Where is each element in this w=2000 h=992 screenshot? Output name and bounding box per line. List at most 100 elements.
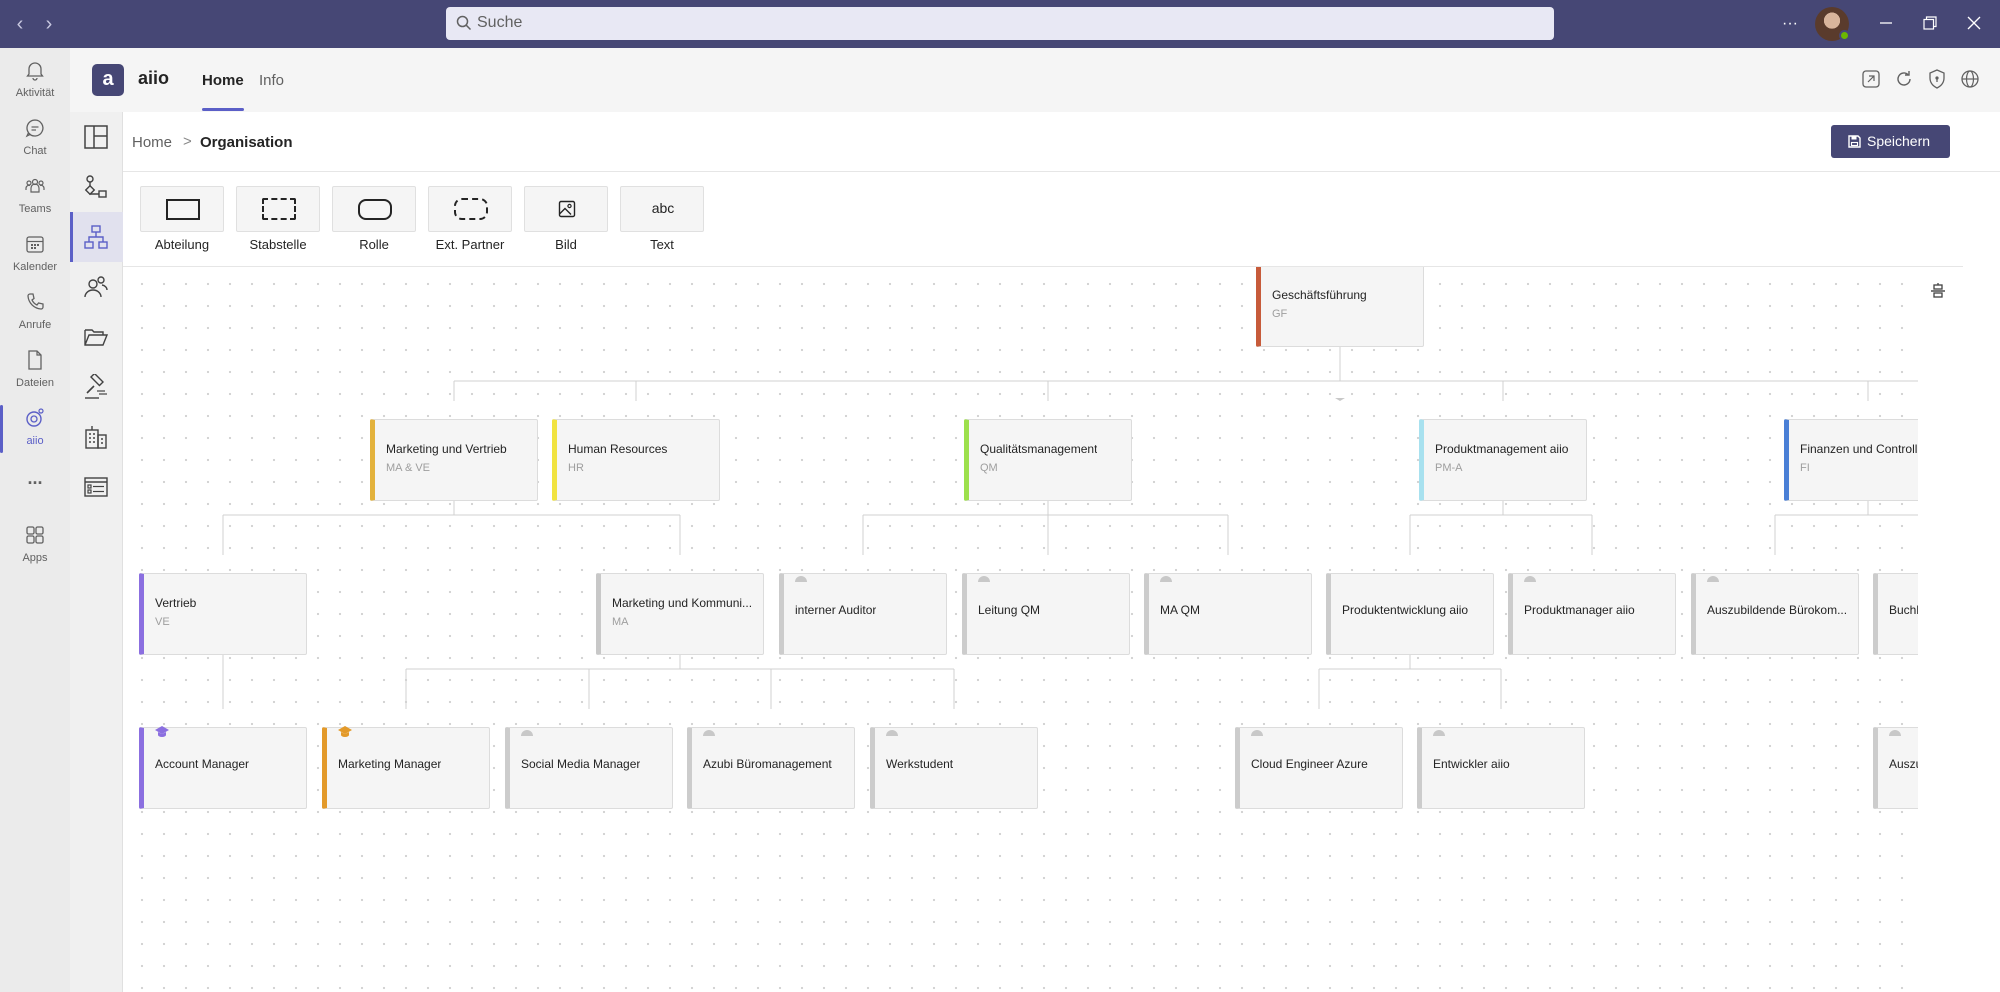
restore-icon[interactable] <box>1918 0 1942 48</box>
rail-label: Chat <box>23 145 47 157</box>
sidebar-item-organisation[interactable] <box>70 212 123 262</box>
node-title: Human Resources <box>568 442 668 456</box>
more-options-icon[interactable]: ··· <box>1778 0 1802 48</box>
node-title: Social Media Manager <box>521 757 641 771</box>
org-node-qualitaetsmanagement[interactable]: Qualitätsmanagement QM <box>964 419 1132 501</box>
role-node-werkstudent[interactable]: Werkstudent <box>870 727 1038 809</box>
palette-label: Text <box>650 237 674 252</box>
tab-info[interactable]: Info <box>259 72 284 89</box>
node-short: VE <box>155 616 170 628</box>
minimize-icon[interactable] <box>1874 0 1898 48</box>
role-node-social-media-manager[interactable]: Social Media Manager <box>505 727 673 809</box>
save-button-label: Speichern <box>1867 133 1931 149</box>
node-title: Buchh <box>1889 603 1918 617</box>
node-title: Vertrieb <box>155 596 197 610</box>
role-node-ma-qm[interactable]: MA QM <box>1144 573 1312 655</box>
rail-item-aiio[interactable]: aiio <box>0 403 70 461</box>
floppy-disk-icon <box>1848 135 1861 148</box>
person-icon <box>886 730 898 736</box>
role-node-interner-auditor[interactable]: interner Auditor <box>779 573 947 655</box>
role-node-azubi-bueromanagement[interactable]: Azubi Büromanagement <box>687 727 855 809</box>
rail-item-calendar[interactable]: Kalender <box>0 229 70 287</box>
node-short: FI <box>1800 462 1810 474</box>
rail-label: Aktivität <box>15 87 55 99</box>
org-node-marketing-vertrieb[interactable]: Marketing und Vertrieb MA & VE <box>370 419 538 501</box>
rail-item-calls[interactable]: Anrufe <box>0 287 70 345</box>
file-icon <box>28 350 42 370</box>
shield-icon[interactable] <box>1926 68 1948 90</box>
refresh-icon[interactable] <box>1893 68 1915 90</box>
node-short: MA <box>612 616 629 628</box>
role-node-produktmanager[interactable]: Produktmanager aiio <box>1508 573 1676 655</box>
palette-label: Abteilung <box>154 237 210 252</box>
sidebar-item-list[interactable] <box>70 462 123 512</box>
sidebar-item-dashboard[interactable] <box>70 112 123 162</box>
node-short: HR <box>568 462 584 474</box>
calendar-icon <box>26 236 44 253</box>
sidebar-item-folder[interactable] <box>70 312 123 362</box>
node-short: GF <box>1272 308 1288 320</box>
palette-rolle[interactable] <box>332 186 416 232</box>
rail-item-teams[interactable]: Teams <box>0 171 70 229</box>
role-node-leitung-qm[interactable]: Leitung QM <box>962 573 1130 655</box>
org-node-marketing-kommunikation[interactable]: Marketing und Kommuni... MA <box>596 573 764 655</box>
palette-text[interactable]: abc <box>620 186 704 232</box>
role-node-auszubildende-buerokom[interactable]: Auszubildende Bürokom... <box>1691 573 1859 655</box>
back-arrow-icon[interactable]: ‹ <box>8 12 32 36</box>
role-node-buchhaltung[interactable]: Buchh <box>1873 573 1918 655</box>
sidebar-item-buildings[interactable] <box>70 412 123 462</box>
active-tab-indicator <box>202 108 244 111</box>
node-short: PM-A <box>1435 462 1463 474</box>
org-node-produktmanagement[interactable]: Produktmanagement aiio PM-A <box>1419 419 1587 501</box>
role-node-auszubildende[interactable]: Auszu <box>1873 727 1918 809</box>
org-node-human-resources[interactable]: Human Resources HR <box>552 419 720 501</box>
close-icon[interactable] <box>1962 0 1986 48</box>
palette-bild[interactable] <box>524 186 608 232</box>
rail-item-files[interactable]: Dateien <box>0 345 70 403</box>
rail-item-chat[interactable]: Chat <box>0 113 70 171</box>
palette-stabstelle[interactable] <box>236 186 320 232</box>
bell-icon <box>26 62 44 81</box>
teams-app-rail: Aktivität Chat Teams Kalender Anrufe Dat… <box>0 48 70 992</box>
dashed-rounded-rectangle-icon <box>454 198 488 220</box>
tab-home[interactable]: Home <box>202 72 244 89</box>
people-icon <box>84 276 108 298</box>
save-button[interactable]: Speichern <box>1831 125 1950 158</box>
palette-abteilung[interactable] <box>140 186 224 232</box>
palette-label: Ext. Partner <box>435 237 505 252</box>
search-input[interactable]: Suche <box>446 7 1554 40</box>
org-chart-canvas[interactable]: Geschäftsführung GF Marketing und Vertri… <box>123 267 1918 992</box>
phone-icon <box>27 293 44 310</box>
rail-label: Dateien <box>16 377 54 389</box>
teams-icon <box>25 178 45 193</box>
role-node-cloud-engineer-azure[interactable]: Cloud Engineer Azure <box>1235 727 1403 809</box>
sidebar-item-people[interactable] <box>70 262 123 312</box>
sidebar-item-process[interactable] <box>70 162 123 212</box>
person-icon <box>1524 576 1536 582</box>
fit-to-screen-icon[interactable] <box>1929 282 1947 300</box>
dashed-rectangle-icon <box>262 198 296 220</box>
rail-item-activity[interactable]: Aktivität <box>0 55 70 113</box>
org-node-finanzen-controlling[interactable]: Finanzen und Controllin FI <box>1784 419 1918 501</box>
forward-arrow-icon[interactable]: › <box>37 12 61 36</box>
role-node-marketing-manager[interactable]: Marketing Manager <box>322 726 490 809</box>
node-title: Produktentwicklung aiio <box>1342 603 1469 617</box>
sidebar-item-compliance[interactable] <box>70 362 123 412</box>
breadcrumb-home[interactable]: Home <box>132 134 172 151</box>
search-placeholder: Suche <box>477 14 523 31</box>
palette-ext-partner[interactable] <box>428 186 512 232</box>
role-node-account-manager[interactable]: Account Manager <box>139 726 307 809</box>
org-node-geschaeftsfuehrung[interactable]: Geschäftsführung GF <box>1256 267 1424 347</box>
aiio-logo: a <box>92 64 124 96</box>
aiio-sidebar <box>70 112 123 992</box>
role-node-produktentwicklung[interactable]: Produktentwicklung aiio <box>1326 573 1494 655</box>
app-name: aiio <box>138 68 170 88</box>
role-node-entwickler-aiio[interactable]: Entwickler aiio <box>1417 727 1585 809</box>
folder-open-icon <box>84 329 109 346</box>
popout-icon[interactable] <box>1860 68 1882 90</box>
rail-item-more[interactable]: ... <box>0 468 70 526</box>
title-bar: ‹ › Suche ··· <box>0 0 2000 48</box>
org-node-vertrieb[interactable]: Vertrieb VE <box>139 573 307 655</box>
rail-item-apps[interactable]: Apps <box>0 520 70 578</box>
globe-icon[interactable] <box>1959 68 1981 90</box>
